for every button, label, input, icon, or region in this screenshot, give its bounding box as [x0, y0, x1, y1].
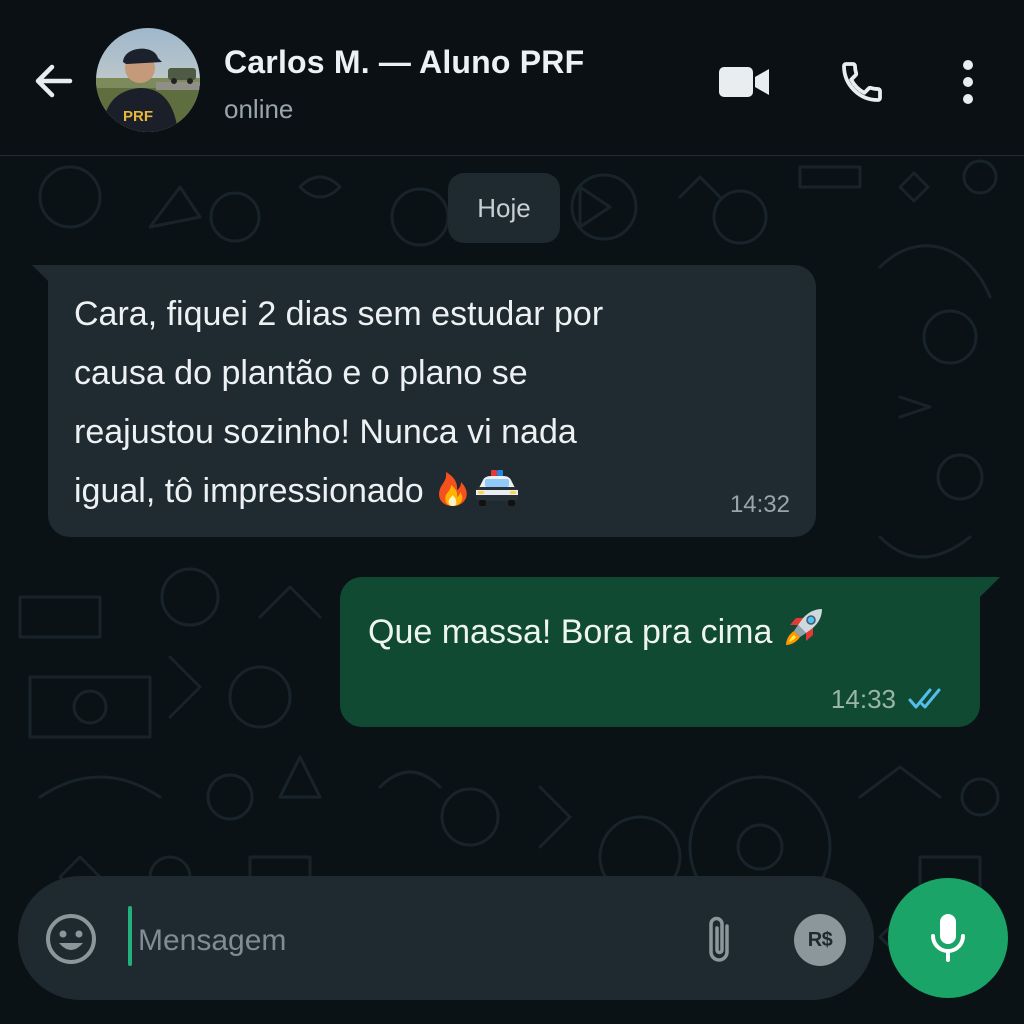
- phone-icon: [842, 62, 882, 102]
- chat-screen: PRF Carlos M. — Aluno PRF online Hoje Ca…: [0, 0, 1024, 1024]
- message-line: Cara, fiquei 2 dias sem estudar por: [74, 295, 604, 333]
- avatar-photo: PRF: [96, 28, 200, 132]
- contact-name[interactable]: Carlos M. — Aluno PRF: [224, 44, 584, 81]
- voice-call-button[interactable]: [832, 52, 892, 112]
- payment-icon: R$: [807, 928, 833, 951]
- contact-avatar[interactable]: PRF: [96, 28, 200, 132]
- outgoing-message-text: Que massa! Bora pra cima: [368, 603, 828, 657]
- payment-button[interactable]: R$: [794, 914, 846, 966]
- text-cursor: [128, 906, 132, 966]
- more-vertical-icon: [963, 60, 973, 104]
- outgoing-message[interactable]: Que massa! Bora pra cima 14:33: [340, 577, 980, 727]
- message-line: igual, tô impressionado: [74, 462, 774, 521]
- more-options-button[interactable]: [944, 52, 992, 112]
- microphone-icon: [931, 914, 965, 962]
- read-receipt-icon: [908, 688, 941, 709]
- message-line: reajustou sozinho! Nunca vi nada: [74, 413, 577, 451]
- message-timestamp: 14:33: [830, 684, 896, 714]
- paperclip-icon: [709, 916, 729, 962]
- emoji-icon: [46, 914, 96, 964]
- rocket-emoji: [785, 609, 822, 645]
- fire-emoji: [439, 472, 467, 506]
- message-input[interactable]: [138, 916, 678, 966]
- message-line: causa do plantão e o plano se: [74, 354, 528, 392]
- outgoing-bubble-tail: [980, 577, 1000, 597]
- video-camera-icon: [719, 67, 769, 97]
- avatar-badge-text: PRF: [123, 108, 153, 125]
- attach-button[interactable]: [698, 912, 742, 968]
- voice-message-button[interactable]: [888, 878, 1008, 998]
- video-call-button[interactable]: [712, 56, 776, 108]
- date-separator: Hoje: [448, 173, 560, 243]
- back-button[interactable]: [26, 54, 80, 108]
- police-car-emoji: [476, 470, 519, 506]
- message-timestamp: 14:32: [729, 491, 790, 518]
- message-text: Que massa! Bora pra cima: [368, 613, 773, 651]
- emoji-button[interactable]: [44, 912, 98, 966]
- chat-header: PRF Carlos M. — Aluno PRF online: [0, 0, 1024, 156]
- message-composer: R$: [18, 876, 874, 1000]
- message-line-text: igual, tô impressionado: [74, 472, 424, 510]
- contact-status: online: [224, 94, 294, 124]
- incoming-message[interactable]: Cara, fiquei 2 dias sem estudar por caus…: [48, 265, 816, 537]
- back-arrow-icon: [35, 64, 73, 98]
- incoming-message-text: Cara, fiquei 2 dias sem estudar por caus…: [74, 285, 774, 521]
